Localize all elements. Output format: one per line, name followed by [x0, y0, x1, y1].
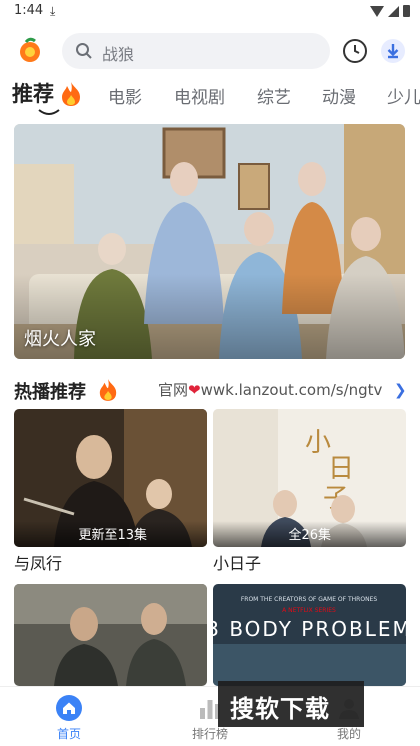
nav-home-label: 首页	[56, 727, 81, 741]
episode-badge: 全26集	[288, 528, 331, 543]
card-badge: 全26集	[213, 521, 406, 547]
section-title: 热播推荐	[14, 382, 86, 403]
clock-icon	[343, 39, 367, 63]
nav-home[interactable]: 首页	[34, 687, 104, 746]
status-bar: 1:44 ⤓	[0, 0, 420, 24]
signal-icon	[388, 5, 399, 17]
video-card[interactable]: 小 日 子 全26集	[213, 409, 406, 547]
tab-recommend[interactable]: 推荐	[12, 78, 54, 108]
tab-active-indicator	[38, 109, 60, 115]
download-button[interactable]	[380, 38, 406, 64]
poster-image	[14, 584, 207, 686]
app-logo-icon	[16, 36, 44, 64]
poster-image: FROM THE CREATORS OF GAME OF THRONES A N…	[213, 584, 406, 686]
poster-network: A NETFLIX SERIES	[282, 607, 336, 614]
watermark-text: 搜软下载	[230, 695, 330, 723]
fire-icon	[62, 82, 80, 106]
fire-icon	[99, 379, 117, 401]
tab-tv-series[interactable]: 电视剧	[174, 83, 225, 108]
poster-title-art: 日	[328, 454, 354, 484]
notice-link[interactable]: 官网❤wwk.lanzout.com/s/ngtv	[158, 379, 382, 400]
banner-image	[14, 124, 405, 359]
home-icon	[56, 695, 82, 721]
search-icon	[76, 43, 92, 59]
episode-badge: 更新至13集	[78, 528, 147, 543]
wifi-icon	[370, 5, 384, 17]
poster-tagline: FROM THE CREATORS OF GAME OF THRONES	[241, 596, 378, 603]
history-button[interactable]	[342, 38, 368, 64]
watermark: 搜软下载	[218, 681, 364, 727]
card-title[interactable]: 与凤行	[14, 550, 62, 574]
banner-title: 烟火人家	[24, 329, 96, 350]
status-icons	[370, 5, 410, 17]
tab-variety[interactable]: 综艺	[257, 83, 291, 108]
tab-movies[interactable]: 电影	[108, 83, 142, 108]
nav-ranking-label: 排行榜	[191, 727, 228, 741]
notice-prefix: 官网	[158, 381, 189, 399]
download-icon	[381, 39, 405, 63]
video-card[interactable]: 更新至13集	[14, 409, 207, 547]
notice-url: wwk.lanzout.com/s/ngtv	[200, 381, 383, 399]
poster-title-art: 3 BODY PROBLEM	[213, 617, 406, 641]
featured-banner[interactable]: 烟火人家	[14, 124, 405, 359]
status-time: 1:44	[14, 3, 44, 18]
battery-icon	[403, 5, 410, 17]
video-card[interactable]	[14, 584, 207, 686]
heart-icon: ❤	[188, 381, 201, 399]
category-tabs: 推荐 电影 电视剧 综艺 动漫 少儿	[12, 78, 420, 114]
more-arrow-icon[interactable]: ❯	[394, 381, 407, 399]
tab-anime[interactable]: 动漫	[322, 83, 356, 108]
card-title[interactable]: 小日子	[213, 550, 261, 574]
nav-profile-label: 我的	[336, 727, 361, 741]
tab-kids[interactable]: 少儿	[387, 83, 420, 108]
search-placeholder: 战狼	[102, 45, 135, 64]
card-badge: 更新至13集	[14, 521, 207, 547]
download-notification-icon: ⤓	[50, 4, 56, 18]
video-card[interactable]: FROM THE CREATORS OF GAME OF THRONES A N…	[213, 584, 406, 686]
search-input[interactable]: 战狼	[62, 33, 330, 69]
